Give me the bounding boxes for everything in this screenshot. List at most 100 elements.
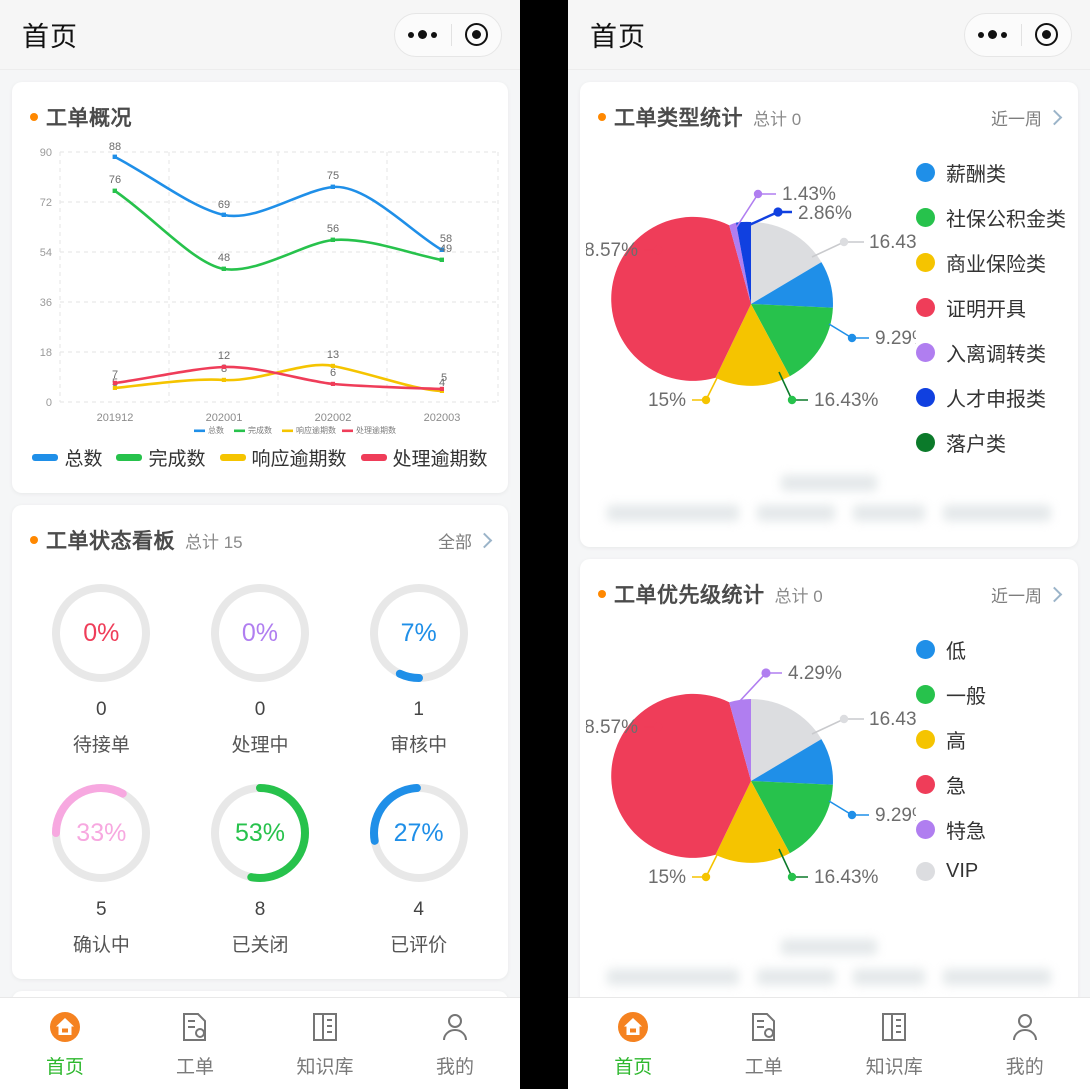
- ticket-icon: [177, 1009, 213, 1045]
- redacted-chip: [757, 505, 835, 521]
- tab-home[interactable]: 首页: [0, 1009, 130, 1079]
- legend-label: 特急: [946, 821, 986, 843]
- bullet-dot-icon: [30, 536, 38, 544]
- legend-swatch: [916, 163, 935, 182]
- left-scroll-area[interactable]: 工单概况 90 72 54 36 18 0 201912 202001 2020…: [0, 70, 520, 1089]
- redacted-chip: [781, 475, 877, 491]
- priority-stats-more[interactable]: 近一周: [991, 582, 1063, 607]
- legend-label: 高: [946, 731, 966, 753]
- legend-label: 响应逾期数: [251, 449, 347, 470]
- donut-label: 确认中: [72, 935, 130, 956]
- svg-text:9.29%: 9.29%: [875, 805, 916, 826]
- svg-text:16.43%: 16.43%: [814, 867, 879, 888]
- type-stats-title: 工单类型统计: [614, 107, 743, 130]
- svg-text:36: 36: [40, 297, 52, 309]
- svg-text:12: 12: [218, 350, 230, 362]
- status-donut-cell[interactable]: 0% 0 处理中: [181, 579, 340, 757]
- status-donut-cell[interactable]: 33% 5 确认中: [22, 779, 181, 957]
- redacted-row: [604, 969, 1054, 985]
- redacted-row: [604, 939, 1054, 955]
- svg-text:18: 18: [40, 347, 52, 359]
- legend-swatch: [916, 730, 935, 749]
- legend-item: 低: [916, 635, 986, 664]
- legend-swatch: [916, 298, 935, 317]
- donut-label: 审核中: [390, 735, 448, 756]
- donut-count: 8: [254, 899, 266, 920]
- status-donut-cell[interactable]: 0% 0 待接单: [22, 579, 181, 757]
- status-board-more-label: 全部: [438, 532, 472, 552]
- more-dots-icon[interactable]: [408, 30, 437, 39]
- bullet-dot-icon: [30, 113, 38, 121]
- svg-text:202003: 202003: [424, 412, 461, 424]
- legend-item: VIP: [916, 860, 986, 883]
- tab-knowledge[interactable]: 知识库: [829, 1009, 960, 1079]
- target-icon[interactable]: [465, 23, 488, 46]
- legend-item: 薪酬类: [916, 158, 1066, 187]
- donut-chart: 0%: [206, 579, 314, 687]
- svg-text:72: 72: [40, 197, 52, 209]
- tab-home[interactable]: 首页: [568, 1009, 699, 1079]
- tab-ticket-label: 工单: [744, 1056, 783, 1078]
- right-scroll-area[interactable]: 工单类型统计 总计 0 近一周 16.43 9.29 16.43% 15% 8.…: [568, 70, 1090, 1089]
- svg-text:5: 5: [441, 372, 447, 384]
- svg-text:1.43%: 1.43%: [782, 184, 836, 205]
- more-dots-icon[interactable]: [978, 30, 1007, 39]
- redacted-row: [604, 475, 1054, 491]
- svg-text:总数: 总数: [208, 425, 224, 435]
- bottom-tabbar-left: 首页 工单 知识库 我的: [0, 997, 520, 1089]
- svg-text:7: 7: [112, 369, 118, 381]
- priority-stats-more-label: 近一周: [991, 586, 1042, 606]
- svg-text:响应逾期数: 响应逾期数: [296, 425, 336, 435]
- donut-count: 1: [413, 699, 424, 720]
- tab-knowledge[interactable]: 知识库: [260, 1009, 390, 1079]
- redacted-chip: [943, 505, 1051, 521]
- status-board-total: 总计 15: [185, 532, 243, 552]
- legend-swatch: [916, 775, 935, 794]
- svg-text:38.57%: 38.57%: [586, 717, 638, 738]
- status-donut-cell[interactable]: 27% 4 已评价: [339, 779, 498, 957]
- legend-label: 薪酬类: [946, 164, 1006, 186]
- book-icon: [876, 1009, 912, 1045]
- legend-swatch: [116, 454, 143, 461]
- tab-mine[interactable]: 我的: [960, 1009, 1090, 1079]
- status-donut-cell[interactable]: 7% 1 审核中: [339, 579, 498, 757]
- bottom-tabbar-right: 首页 工单 知识库 我的: [568, 997, 1090, 1089]
- mini-program-capsule[interactable]: [964, 12, 1072, 57]
- book-icon: [307, 1009, 343, 1045]
- svg-text:69: 69: [218, 199, 230, 211]
- legend-item: 完成数: [116, 444, 206, 471]
- bullet-dot-icon: [598, 590, 606, 598]
- svg-text:75: 75: [327, 170, 339, 182]
- priority-stats-head: 工单优先级统计 总计 0 近一周: [580, 559, 1078, 615]
- type-stats-card: 工单类型统计 总计 0 近一周 16.43 9.29 16.43% 15% 8.…: [580, 82, 1078, 547]
- donut-count: 0: [96, 699, 107, 720]
- priority-stats-total: 总计 0: [774, 586, 823, 606]
- type-pie-legend: 薪酬类 社保公积金类 商业保险类 证明开具 入离调转类 人才申报类 落户类: [916, 144, 1066, 457]
- overview-line-chart: 90 72 54 36 18 0 201912 202001 202002 20…: [12, 138, 508, 438]
- app-header-left: 首页: [0, 0, 520, 70]
- legend-label: 急: [946, 776, 966, 798]
- legend-item: 一般: [916, 680, 986, 709]
- legend-label: 低: [946, 641, 966, 663]
- home-icon: [47, 1009, 83, 1045]
- mini-program-capsule[interactable]: [394, 12, 502, 57]
- tab-ticket[interactable]: 工单: [699, 1009, 830, 1079]
- svg-text:0: 0: [46, 397, 52, 409]
- legend-label: 处理逾期数: [392, 449, 488, 470]
- inner-chart-legend: 总数 完成数 响应逾期数 处理逾期数: [194, 425, 396, 435]
- tab-mine[interactable]: 我的: [390, 1009, 520, 1079]
- redacted-row: [604, 505, 1054, 521]
- tab-ticket[interactable]: 工单: [130, 1009, 260, 1079]
- donut-percent: 27%: [393, 818, 444, 847]
- priority-pie-area: 16.43% 9.29% 16.43% 15%: [580, 615, 1078, 921]
- legend-label: 证明开具: [946, 299, 1026, 321]
- target-icon[interactable]: [1035, 23, 1058, 46]
- donut-count: 5: [96, 899, 107, 920]
- type-stats-more[interactable]: 近一周: [991, 105, 1063, 130]
- legend-swatch: [916, 388, 935, 407]
- status-donut-cell[interactable]: 53% 8 已关闭: [181, 779, 340, 957]
- legend-label: 完成数: [148, 449, 206, 470]
- status-board-more[interactable]: 全部: [438, 528, 493, 553]
- svg-text:202001: 202001: [206, 412, 243, 424]
- donut-percent: 53%: [234, 818, 285, 847]
